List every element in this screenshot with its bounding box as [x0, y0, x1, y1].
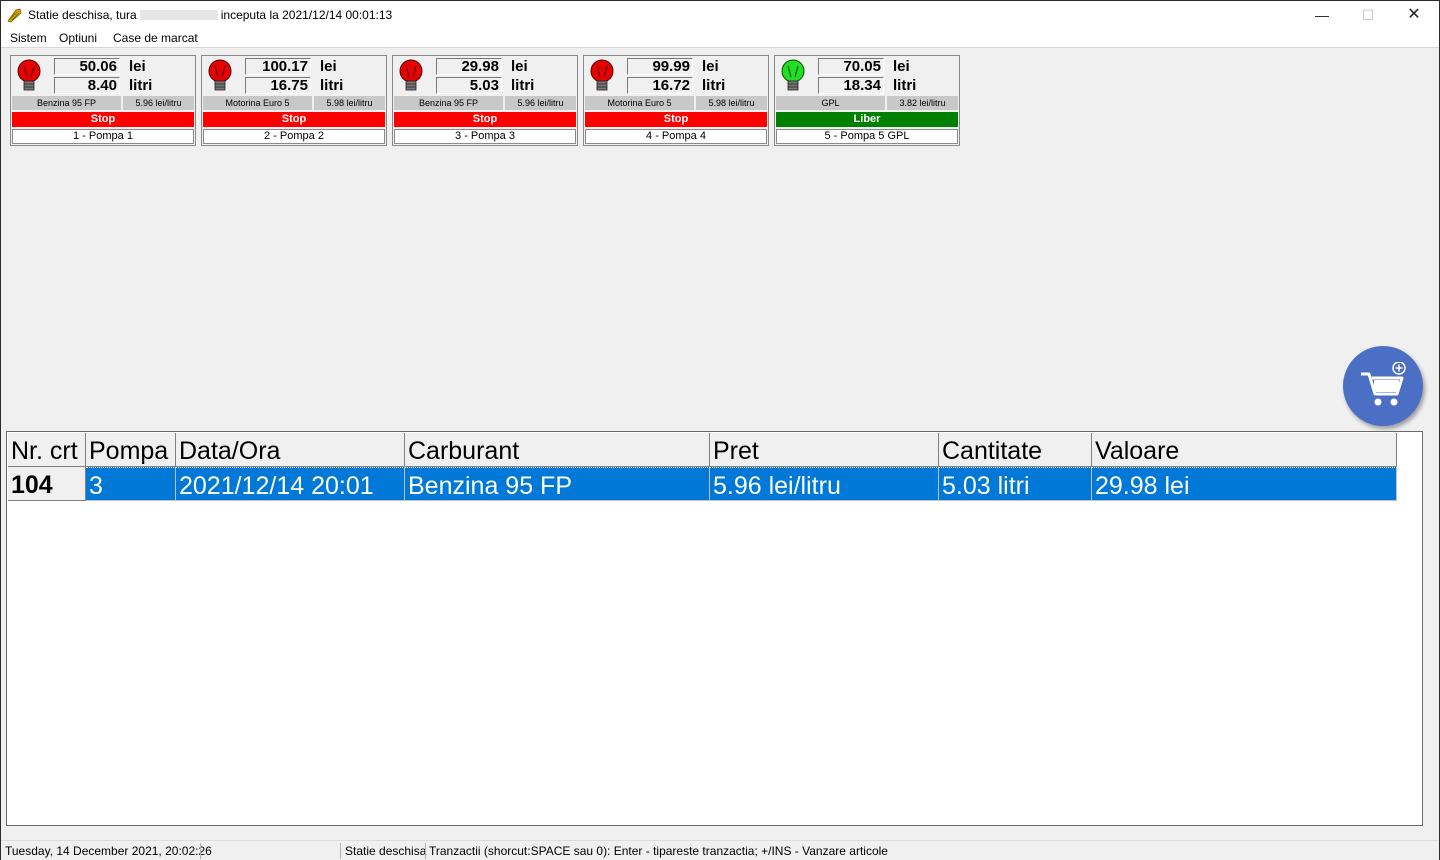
status-separator	[425, 843, 426, 859]
column-header-carburant[interactable]: Carburant	[405, 433, 710, 467]
minimize-button[interactable]: —	[1299, 1, 1345, 29]
menu-optiuni[interactable]: Optiuni	[59, 31, 97, 45]
pump-label: 5 - Pompa 5 GPL	[776, 129, 958, 144]
column-header-valoare[interactable]: Valoare	[1092, 433, 1397, 467]
pump-volume-litri: 18.34	[818, 77, 884, 94]
status-station-state: Statie deschisa	[345, 844, 427, 858]
pump-fuel-name: Motorina Euro 5	[203, 96, 312, 110]
status-hint: Tranzactii (shorcut:SPACE sau 0): Enter …	[429, 844, 888, 858]
pump-amount-lei: 50.06	[54, 58, 120, 75]
pump-status-light-icon	[208, 59, 232, 91]
cell-carburant[interactable]: Benzina 95 FP	[405, 467, 710, 501]
pump-card-5[interactable]: 70.05 18.34 lei litri GPL 3.82 lei/litru…	[774, 55, 960, 146]
unit-lei: lei	[320, 58, 337, 75]
pump-fuel-price: 5.98 lei/litru	[696, 96, 767, 110]
column-header-data-ora[interactable]: Data/Ora	[176, 433, 405, 467]
pump-status-light-icon	[590, 59, 614, 91]
pump-volume-litri: 5.03	[436, 77, 502, 94]
menu-bar: Sistem Optiuni Case de marcat	[1, 29, 1439, 48]
unit-litri: litri	[893, 77, 917, 94]
pump-card-1[interactable]: 50.06 8.40 lei litri Benzina 95 FP 5.96 …	[10, 55, 196, 146]
pump-fuel-price: 5.96 lei/litru	[123, 96, 194, 110]
pump-status-light-icon	[17, 59, 41, 91]
cell-valoare[interactable]: 29.98 lei	[1092, 467, 1397, 501]
column-header-pret[interactable]: Pret	[710, 433, 939, 467]
pump-status: Stop	[394, 112, 576, 127]
unit-litri: litri	[320, 77, 344, 94]
pump-fuel-price: 5.96 lei/litru	[505, 96, 576, 110]
pump-status: Stop	[203, 112, 385, 127]
status-separator	[340, 843, 341, 859]
window-title-prefix: Statie deschisa, tura	[28, 8, 137, 22]
close-button[interactable]: ✕	[1391, 1, 1437, 29]
pump-amount-lei: 100.17	[245, 58, 311, 75]
pump-fuel-name: Motorina Euro 5	[585, 96, 694, 110]
column-header-nr-crt[interactable]: Nr. crt	[8, 433, 86, 467]
unit-lei: lei	[511, 58, 528, 75]
menu-sistem[interactable]: Sistem	[10, 31, 47, 45]
unit-litri: litri	[511, 77, 535, 94]
pump-fuel-name: Benzina 95 FP	[394, 96, 503, 110]
cart-plus-icon	[1361, 362, 1406, 406]
pump-card-3[interactable]: 29.98 5.03 lei litri Benzina 95 FP 5.96 …	[392, 55, 578, 146]
transactions-grid[interactable]: Nr. crt Pompa Data/Ora Carburant Pret Ca…	[6, 431, 1423, 826]
unit-litri: litri	[129, 77, 153, 94]
pump-label: 4 - Pompa 4	[585, 129, 767, 144]
pump-volume-litri: 8.40	[54, 77, 120, 94]
pump-status: Stop	[585, 112, 767, 127]
pump-label: 3 - Pompa 3	[394, 129, 576, 144]
cell-data-ora[interactable]: 2021/12/14 20:01	[176, 467, 405, 501]
pump-label: 2 - Pompa 2	[203, 129, 385, 144]
pump-fuel-name: GPL	[776, 96, 885, 110]
pump-card-2[interactable]: 100.17 16.75 lei litri Motorina Euro 5 5…	[201, 55, 387, 146]
column-header-pompa[interactable]: Pompa	[86, 433, 176, 467]
pump-amount-lei: 29.98	[436, 58, 502, 75]
unit-lei: lei	[702, 58, 719, 75]
pump-status: Stop	[12, 112, 194, 127]
pump-volume-litri: 16.75	[245, 77, 311, 94]
title-bar: Statie deschisa, tura inceputa la 2021/12…	[1, 1, 1439, 29]
cell-pret[interactable]: 5.96 lei/litru	[710, 467, 939, 501]
window-title-suffix: inceputa la 2021/12/14 00:01:13	[220, 8, 393, 22]
unit-lei: lei	[893, 58, 910, 75]
unit-lei: lei	[129, 58, 146, 75]
pump-label: 1 - Pompa 1	[12, 129, 194, 144]
app-window: Statie deschisa, tura inceputa la 2021/12…	[0, 0, 1440, 860]
column-header-cantitate[interactable]: Cantitate	[939, 433, 1092, 467]
cell-cantitate[interactable]: 5.03 litri	[939, 467, 1092, 501]
pump-status-light-icon	[781, 59, 805, 91]
pump-status: Liber	[776, 112, 958, 127]
app-icon	[7, 8, 22, 23]
status-bar: Tuesday, 14 December 2021, 20:02:26 Stat…	[1, 840, 1439, 860]
pump-fuel-name: Benzina 95 FP	[12, 96, 121, 110]
pump-volume-litri: 16.72	[627, 77, 693, 94]
cell-pompa[interactable]: 3	[86, 467, 176, 501]
pump-status-light-icon	[399, 59, 423, 91]
maximize-button[interactable]: ☐	[1345, 1, 1391, 29]
add-to-cart-button[interactable]	[1343, 346, 1423, 426]
menu-case-de-marcat[interactable]: Case de marcat	[113, 31, 198, 45]
cell-nr-crt[interactable]: 104	[8, 467, 86, 501]
window-title: Statie deschisa, tura inceputa la 2021/12…	[28, 8, 392, 22]
pump-fuel-price: 3.82 lei/litru	[887, 96, 958, 110]
pump-card-4[interactable]: 99.99 16.72 lei litri Motorina Euro 5 5.…	[583, 55, 769, 146]
pump-amount-lei: 99.99	[627, 58, 693, 75]
redacted-shift-name	[139, 10, 218, 20]
status-datetime: Tuesday, 14 December 2021, 20:02:26	[5, 844, 212, 858]
pump-amount-lei: 70.05	[818, 58, 884, 75]
unit-litri: litri	[702, 77, 726, 94]
status-separator	[200, 843, 201, 859]
pump-fuel-price: 5.98 lei/litru	[314, 96, 385, 110]
